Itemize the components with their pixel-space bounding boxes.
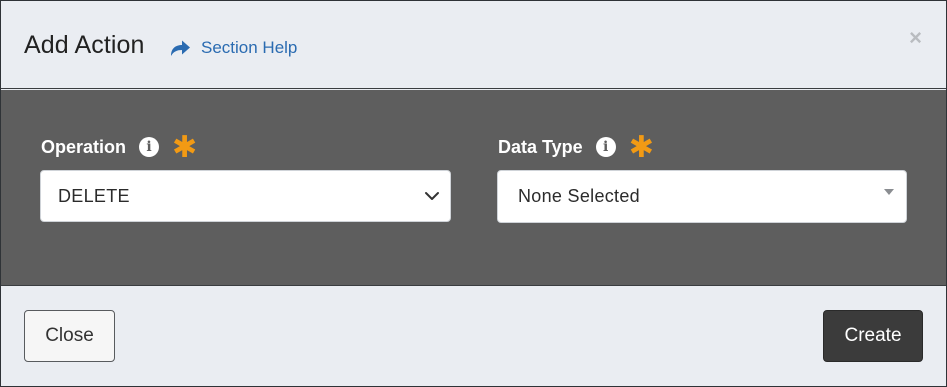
asterisk-icon: ✱ bbox=[172, 131, 198, 164]
modal-footer: Close Create bbox=[1, 287, 946, 386]
create-button[interactable]: Create bbox=[823, 310, 923, 362]
operation-select[interactable]: DELETE bbox=[40, 170, 451, 222]
share-arrow-icon bbox=[169, 39, 191, 57]
data-type-select[interactable]: None Selected bbox=[497, 170, 907, 223]
caret-down-icon bbox=[884, 189, 894, 195]
asterisk-icon: ✱ bbox=[628, 131, 654, 164]
data-type-label: Data Type bbox=[498, 136, 583, 157]
info-icon[interactable]: i bbox=[595, 137, 616, 157]
modal-title: Add Action bbox=[24, 31, 145, 59]
chevron-down-icon bbox=[424, 188, 440, 204]
add-action-modal: Add Action Section Help × Operation i ✱ … bbox=[0, 0, 947, 387]
close-button[interactable]: Close bbox=[24, 310, 115, 362]
section-help-label: Section Help bbox=[201, 38, 298, 57]
data-type-label-row: Data Type i ✱ bbox=[498, 131, 654, 164]
data-type-select-value: None Selected bbox=[518, 186, 640, 206]
operation-label: Operation bbox=[41, 136, 127, 157]
operation-label-row: Operation i ✱ bbox=[41, 131, 198, 164]
modal-body: Operation i ✱ DELETE Data Type i ✱ None … bbox=[1, 90, 946, 286]
modal-header: Add Action Section Help × bbox=[1, 1, 946, 89]
section-help-link[interactable]: Section Help bbox=[169, 38, 297, 58]
operation-select-value: DELETE bbox=[58, 185, 130, 206]
close-icon[interactable]: × bbox=[909, 27, 922, 49]
info-icon[interactable]: i bbox=[139, 137, 160, 157]
